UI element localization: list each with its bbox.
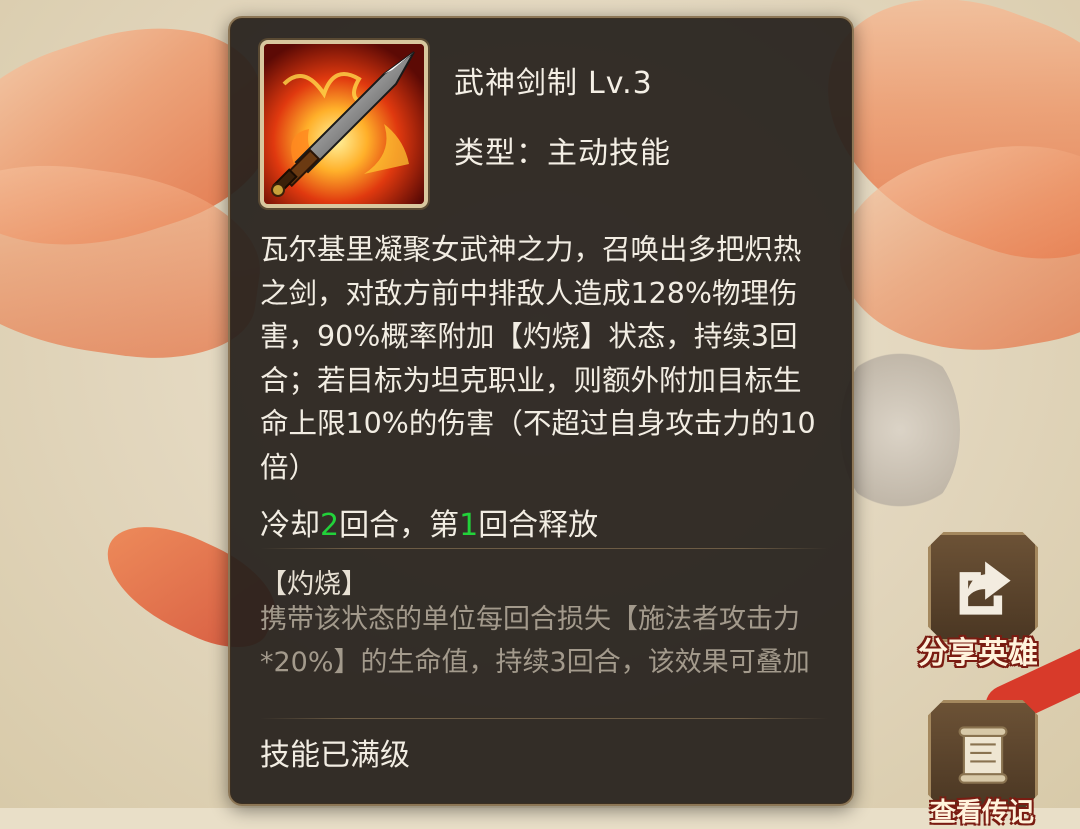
skill-tooltip-panel: 武神剑制 Lv.3 类型：主动技能 瓦尔基里凝聚女武神之力，召唤出多把炽热之剑，对… [228,16,854,806]
share-icon [959,561,1011,615]
skill-cooldown: 冷却2回合，第1回合释放 [260,500,598,544]
skill-type: 类型：主动技能 [454,136,671,171]
scroll-icon [958,726,1008,784]
status-effect-title: 【灼烧】 [260,569,368,600]
cooldown-suffix: 回合释放 [478,508,599,543]
skill-max-level-status: 技能已满级 [260,738,410,773]
hero-hair-decoration [840,340,960,520]
status-effect-description: 携带该状态的单位每回合损失【施法者攻击力*20%】的生命值，持续3回合，该效果可… [260,604,810,678]
skill-name: 武神剑制 [454,66,578,101]
cooldown-prefix: 冷却 [260,508,320,543]
release-round-value: 1 [459,508,479,543]
share-hero-label[interactable]: 分享英雄 [918,628,1038,672]
divider [260,548,828,549]
skill-level: Lv.3 [588,66,653,101]
share-hero-button[interactable] [928,532,1038,642]
cooldown-value: 2 [320,508,340,543]
skill-title: 武神剑制 Lv.3 [454,58,653,102]
hero-scroll-label[interactable]: 查看传记 [930,792,1034,829]
skill-description: 瓦尔基里凝聚女武神之力，召唤出多把炽热之剑，对敌方前中排敌人造成128%物理伤害… [260,233,816,484]
divider [260,718,828,719]
cooldown-middle: 回合，第 [339,508,460,543]
flaming-sword-icon [260,40,428,208]
